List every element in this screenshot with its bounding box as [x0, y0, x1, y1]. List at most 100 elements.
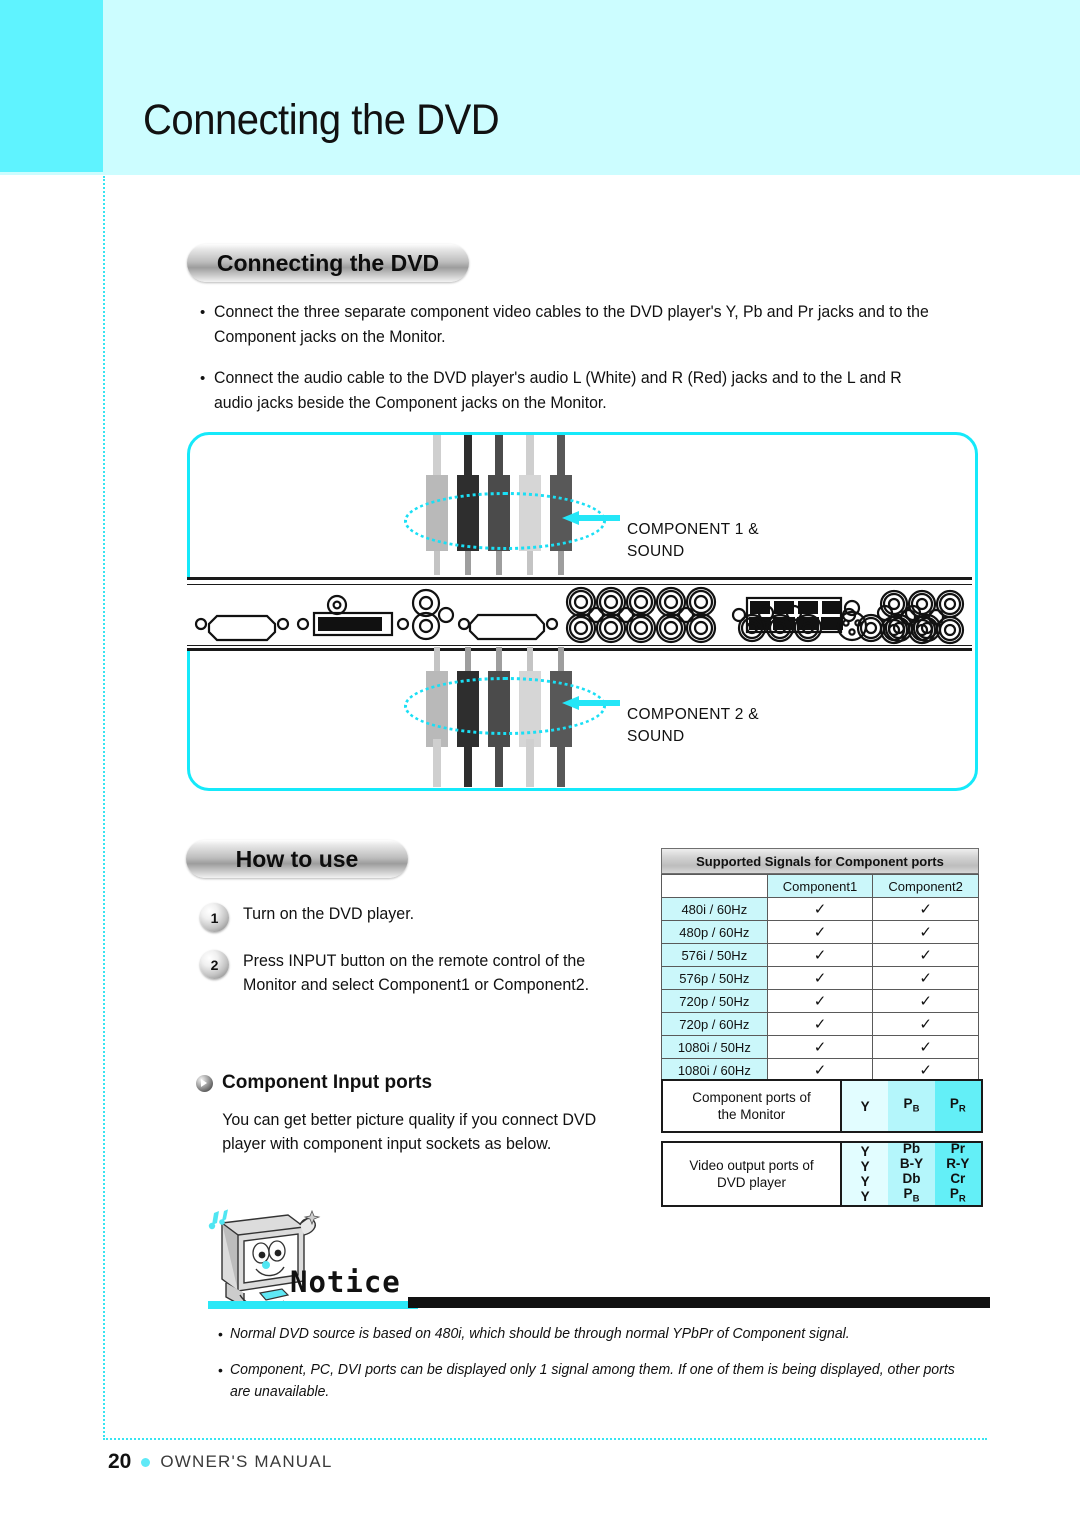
table-row: 480p / 60Hz ✓ ✓	[661, 920, 979, 944]
page-frame-left-dotted-rule	[103, 176, 105, 1440]
callout-line: COMPONENT 2 &	[627, 706, 759, 723]
footer-dot-icon	[141, 1457, 151, 1467]
component1-support: ✓	[766, 989, 874, 1013]
component1-support: ✓	[766, 1012, 874, 1036]
port-code: PR	[949, 1095, 966, 1115]
port-code: PB	[903, 1095, 920, 1115]
label-line: DVD player	[716, 1175, 787, 1190]
component1-callout-label: COMPONENT 1 & SOUND	[627, 519, 759, 563]
component1-support: ✓	[766, 920, 874, 944]
supported-signals-grid: Component1 Component2 480i / 60Hz ✓ ✓ 480p / …	[661, 874, 979, 1082]
intro-bullet-list: • Connect the three separate component v…	[200, 300, 960, 432]
table-row: 720p / 60Hz ✓ ✓	[661, 1012, 979, 1036]
component-input-ports-title: Component Input ports	[222, 1072, 433, 1093]
dvd-port-pb-column: Pb B-Y Db PB	[888, 1141, 935, 1205]
signal-label: 720p / 50Hz	[661, 989, 768, 1013]
monitor-port-y: Y	[842, 1081, 889, 1131]
section-heading-connecting-the-dvd: Connecting the DVD	[187, 244, 469, 282]
component2-support: ✓	[872, 943, 979, 967]
intro-bullet-text: Connect the audio cable to the DVD playe…	[214, 369, 902, 412]
port-code: Y	[860, 1189, 870, 1204]
section-heading-label: Connecting the DVD	[216, 249, 440, 276]
component2-callout-label: COMPONENT 2 & SOUND	[627, 704, 759, 748]
label-line: Component ports of	[692, 1090, 811, 1105]
monitor-port-pr: PR	[934, 1081, 981, 1131]
signal-label: 480p / 60Hz	[661, 920, 768, 944]
port-code: R-Y	[946, 1156, 970, 1172]
notice-header: Notice	[200, 1205, 990, 1309]
supported-signals-caption: Supported Signals for Component ports	[661, 848, 979, 874]
component-input-ports-heading: Component Input ports	[196, 1072, 616, 1094]
table-header-row: Component1 Component2	[661, 874, 979, 898]
panel-connectors-graphic-right	[737, 589, 965, 645]
port-code: PR	[949, 1186, 966, 1205]
component2-callout-arrow-icon	[562, 696, 620, 710]
monitor-port-pb: PB	[888, 1081, 935, 1131]
component1-support: ✓	[766, 943, 874, 967]
page-title: Connecting the DVD	[143, 96, 500, 144]
signal-label: 720p / 60Hz	[661, 1012, 768, 1036]
component1-support: ✓	[766, 966, 874, 990]
label-line: the Monitor	[717, 1107, 786, 1122]
table-row: 576i / 50Hz ✓ ✓	[661, 943, 979, 967]
page-frame-bottom-dotted-rule	[103, 1438, 987, 1440]
bullet-icon: •	[200, 370, 206, 387]
intro-bullet-text: Connect the three separate component vid…	[214, 303, 929, 346]
header-accent-block	[0, 0, 103, 172]
port-code: Y	[860, 1098, 870, 1114]
page-footer: 20 OWNER'S MANUAL	[108, 1450, 332, 1474]
notice-rule-cyan	[208, 1301, 418, 1309]
component2-support: ✓	[872, 1012, 979, 1036]
section-heading-how-to-use: How to use	[186, 840, 408, 878]
page-header-band: Connecting the DVD	[0, 0, 1080, 175]
list-item: • Component, PC, DVI ports can be displa…	[218, 1359, 988, 1403]
notice-text: Component, PC, DVI ports can be displaye…	[230, 1362, 955, 1400]
port-code: Pr	[950, 1141, 965, 1157]
port-code: Pb	[902, 1141, 921, 1157]
list-item: 2 Press INPUT button on the remote contr…	[200, 949, 600, 997]
signal-label: 480i / 60Hz	[661, 897, 768, 921]
dvd-port-y-column: YYYY	[842, 1143, 889, 1205]
play-bullet-icon	[196, 1074, 213, 1092]
callout-line: SOUND	[627, 543, 685, 560]
supported-signals-table: Supported Signals for Component ports Co…	[661, 848, 979, 1082]
step-text: Turn on the DVD player.	[243, 905, 415, 923]
callout-line: SOUND	[627, 728, 685, 745]
component2-support: ✓	[872, 989, 979, 1013]
column-header: Component1	[766, 874, 874, 898]
bullet-icon: •	[200, 304, 206, 321]
table-row-label: Component ports of the Monitor	[663, 1081, 842, 1131]
monitor-rear-panel	[187, 577, 972, 651]
notice-text: Normal DVD source is based on 480i, whic…	[230, 1326, 850, 1342]
port-code: Y	[860, 1174, 870, 1189]
port-code: B-Y	[899, 1156, 924, 1172]
notice-title: Notice	[290, 1265, 401, 1299]
component1-support: ✓	[766, 897, 874, 921]
step-number-badge: 2	[200, 950, 229, 979]
list-item: 1 Turn on the DVD player.	[200, 902, 600, 932]
section-heading-label: How to use	[235, 845, 359, 872]
monitor-component-ports-table: Component ports of the Monitor Y PB PR	[661, 1079, 983, 1133]
footer-label: OWNER'S MANUAL	[160, 1452, 333, 1471]
list-item: • Normal DVD source is based on 480i, wh…	[218, 1323, 988, 1345]
signal-label: 1080i / 50Hz	[661, 1035, 768, 1059]
table-row: 480i / 60Hz ✓ ✓	[661, 897, 979, 921]
bullet-icon: •	[218, 1362, 223, 1378]
signal-label: 576i / 50Hz	[661, 943, 768, 967]
component1-callout-arrow-icon	[562, 511, 620, 525]
signal-label: 576p / 50Hz	[661, 966, 768, 990]
dvd-port-pr-column: Pr R-Y Cr PR	[934, 1141, 981, 1205]
port-code: PB	[903, 1186, 920, 1205]
port-code: Cr	[950, 1171, 966, 1187]
port-code: Db	[902, 1171, 921, 1187]
component-input-ports-section: Component Input ports You can get better…	[196, 1072, 616, 1156]
component-input-ports-body: You can get better picture quality if yo…	[222, 1111, 597, 1153]
connection-diagram: COMPONENT 1 & SOUND COMPONENT 2 & SOUND	[187, 432, 978, 791]
notice-rule-black	[408, 1297, 990, 1308]
dvd-video-output-ports-table: Video output ports of DVD player YYYY Pb…	[661, 1141, 983, 1207]
port-code: Y	[860, 1144, 870, 1159]
list-item: • Connect the three separate component v…	[200, 300, 960, 350]
step-number-badge: 1	[200, 903, 229, 932]
label-line: Video output ports of	[689, 1158, 814, 1173]
notice-list: • Normal DVD source is based on 480i, wh…	[218, 1323, 988, 1417]
